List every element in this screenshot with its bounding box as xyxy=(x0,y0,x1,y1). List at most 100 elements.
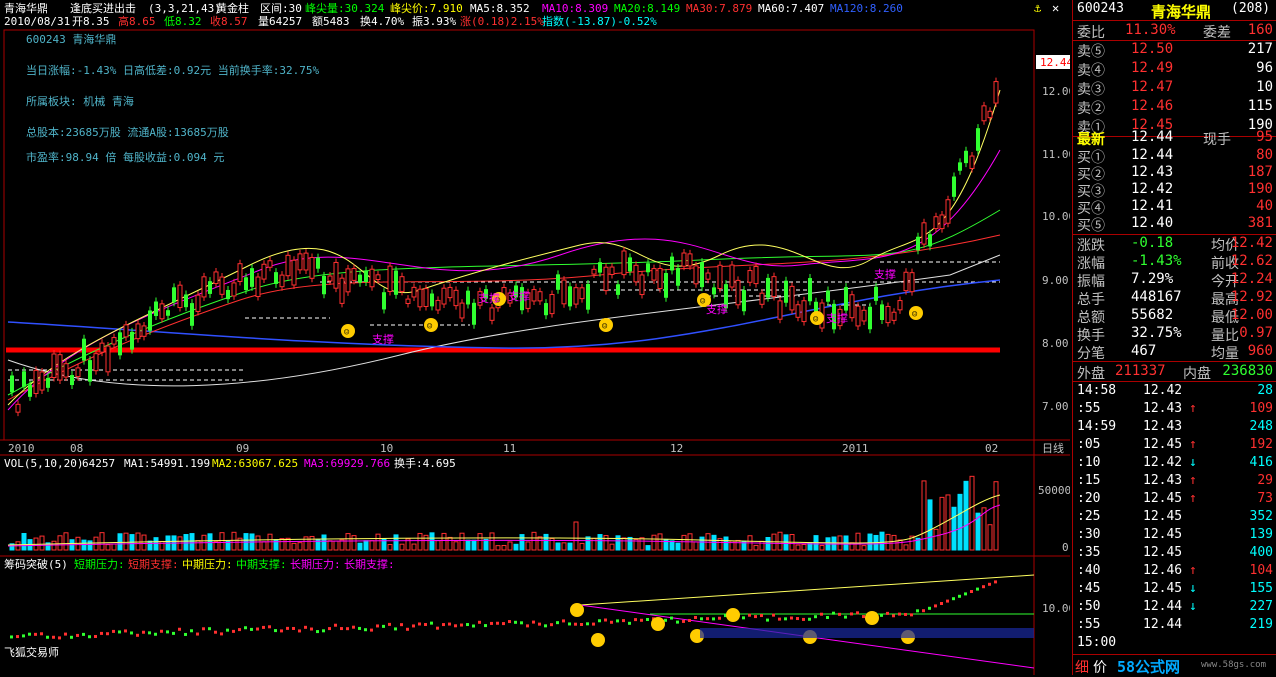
indicator-mark xyxy=(562,619,565,623)
candle xyxy=(544,303,548,316)
stat-row: 分笔 467 均量 960 xyxy=(1073,342,1276,362)
candle xyxy=(742,290,746,312)
candle xyxy=(184,294,188,308)
indicator-mark xyxy=(682,619,685,623)
bar-turnover: 换4.70% xyxy=(360,14,404,28)
sell-order-row[interactable]: 卖④ 12.49 96 xyxy=(1073,59,1276,79)
volume-bar xyxy=(927,499,933,551)
volume-bar xyxy=(369,540,375,551)
candle xyxy=(729,264,735,288)
tick-time: :45 xyxy=(1077,581,1101,596)
kline-chart-area[interactable]: 青海华鼎 逢底买进出击 (3,3,21,43) 黄金柱 区间:30 峰尖量:30… xyxy=(0,0,1070,675)
volume-bar xyxy=(123,532,129,551)
up-arrow-icon: ↑ xyxy=(1189,437,1197,452)
candle xyxy=(759,292,765,305)
indicator-mark xyxy=(406,627,409,631)
candle xyxy=(646,263,650,273)
price-axis: 12.00 11.00 10.00 9.00 8.00 7.00 xyxy=(1042,85,1070,413)
volume-bar xyxy=(735,539,741,551)
bar-open: 开8.35 xyxy=(72,15,110,28)
candle xyxy=(130,331,134,350)
close-icon[interactable]: ✕ xyxy=(1052,1,1059,15)
tick-row: :35 12.45 400 xyxy=(1073,544,1276,563)
volume-bar xyxy=(603,535,609,551)
indicator-mark xyxy=(466,623,469,627)
volume-bar xyxy=(495,545,501,551)
candle xyxy=(333,261,339,289)
indicator-mark xyxy=(808,617,811,621)
volume-bar xyxy=(399,543,405,551)
volume-bar xyxy=(375,533,381,551)
indicator-mark xyxy=(274,629,277,633)
volume-bar xyxy=(345,533,351,551)
tick-price: 12.45 xyxy=(1143,491,1183,506)
stat-row: 总手 448167 最高 12.92 xyxy=(1073,288,1276,308)
tick-list[interactable]: 14:58 12.42 28 :55 12.43 ↑ 109 14:59 12.… xyxy=(1073,382,1276,652)
sell-order-row[interactable]: 卖③ 12.47 10 xyxy=(1073,78,1276,98)
candle xyxy=(190,303,194,326)
indicator-mark xyxy=(598,619,601,623)
tab-detail[interactable]: 细 xyxy=(1075,657,1089,677)
candle xyxy=(964,150,968,164)
indicator-mark xyxy=(244,626,247,630)
volume-bar xyxy=(357,542,363,551)
candle xyxy=(993,81,999,104)
indicator-mark xyxy=(166,630,169,634)
sell-order-row-label: 卖④ xyxy=(1077,63,1105,79)
period-label[interactable]: 日线 xyxy=(1042,441,1064,455)
candle xyxy=(327,275,333,282)
volume-bar xyxy=(519,534,525,551)
indicator-mark xyxy=(838,612,841,616)
candle xyxy=(123,324,129,338)
tick-price: 12.42 xyxy=(1143,455,1183,470)
buy-order-row[interactable]: 买⑤ 12.40 381 xyxy=(1073,214,1276,234)
tick-row: :20 12.45 ↑ 73 xyxy=(1073,490,1276,509)
index-change: 指数(-13.87)-0.52% xyxy=(542,14,657,28)
candle xyxy=(717,264,723,290)
volume-bar xyxy=(63,532,69,551)
indicator-mark xyxy=(676,620,679,624)
bar-amplitude: 振3.93% xyxy=(412,14,456,28)
volume-bar xyxy=(489,532,495,551)
vol-ma3: MA3:69929.766 xyxy=(304,457,390,470)
indicator-mark xyxy=(442,623,445,627)
ind-axis-tick: 10.00 xyxy=(1042,602,1070,615)
candle xyxy=(766,277,770,298)
tick-volume: 104 xyxy=(1249,563,1273,578)
volume-bar xyxy=(465,539,471,551)
indicator-mark xyxy=(22,634,25,638)
tick-row: 14:58 12.42 28 xyxy=(1073,382,1276,401)
candle xyxy=(57,354,63,381)
volume-bar xyxy=(699,536,705,551)
price-panel-frame xyxy=(3,29,1035,441)
volume-bar xyxy=(333,540,339,551)
vol-ma1: MA1:54991.199 xyxy=(124,457,210,470)
tab-price[interactable]: 价 xyxy=(1093,657,1107,677)
candle xyxy=(903,271,909,292)
stat-value: 32.75% xyxy=(1131,325,1182,341)
overlay-strip xyxy=(700,628,1034,638)
sell-order-row-label: 卖③ xyxy=(1077,82,1105,98)
indicator-mark xyxy=(910,613,913,617)
volume-bar xyxy=(393,534,399,551)
candle xyxy=(579,287,585,300)
tick-time: 14:59 xyxy=(1077,419,1117,434)
support-label: 支撑 xyxy=(826,311,848,325)
volume-bar xyxy=(645,545,651,551)
indicator-mark xyxy=(988,582,991,586)
indicator-mark xyxy=(454,624,457,628)
outer-inner-row: 外盘 211337 内盘 236830 xyxy=(1073,362,1276,382)
pin-icon[interactable]: ⚓ xyxy=(1034,1,1042,15)
tick-time: 15:00 xyxy=(1077,635,1117,650)
indicator-mark xyxy=(484,624,487,628)
indicator-mark xyxy=(400,623,403,627)
sell-order-row[interactable]: 卖⑤ 12.50 217 xyxy=(1073,40,1276,60)
sell-order-row[interactable]: 卖② 12.46 115 xyxy=(1073,97,1276,117)
candle xyxy=(874,286,878,301)
sell-order-row-label: 卖② xyxy=(1077,101,1105,117)
indicator-mark xyxy=(370,628,373,632)
indicator-mark xyxy=(784,617,787,621)
indicator-mark xyxy=(82,632,85,636)
candle xyxy=(177,284,183,309)
indicator-mark xyxy=(934,604,937,608)
